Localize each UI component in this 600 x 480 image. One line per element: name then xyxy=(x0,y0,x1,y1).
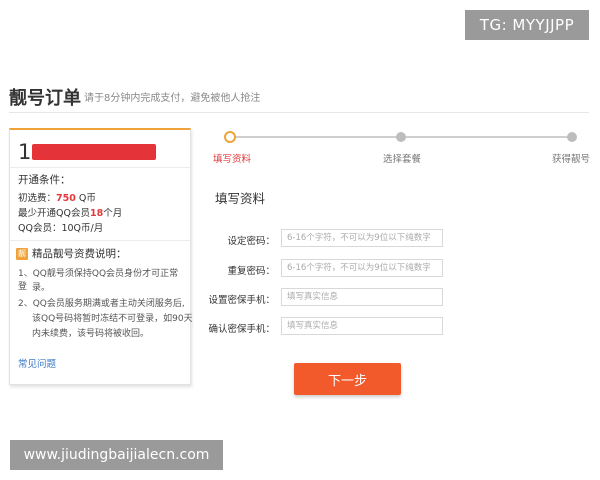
page-subtitle: 请于8分钟内完成支付，避免被他人抢注 xyxy=(84,93,261,104)
qq-number: 1 xyxy=(18,140,32,164)
premium-badge-icon: 靓 xyxy=(16,248,28,260)
panel-divider xyxy=(10,240,190,241)
min-months-line: 最少开通QQ会员18个月 xyxy=(18,208,123,219)
step-dot-fill-info xyxy=(224,131,236,143)
step-label-fill-info: 填写资料 xyxy=(213,154,252,165)
notes-title: 精品靓号资费说明： xyxy=(32,248,127,260)
fee-line: 初选费：750 Q币 xyxy=(18,193,96,204)
step-dot-get-number xyxy=(567,132,577,142)
confirm-phone-input[interactable] xyxy=(281,317,443,335)
security-phone-input[interactable] xyxy=(281,288,443,306)
confirm-phone-label: 确认密保手机： xyxy=(208,324,275,335)
panel-divider xyxy=(10,167,190,168)
step-label-choose-plan: 选择套餐 xyxy=(383,154,422,165)
fee-value: 750 xyxy=(56,193,76,204)
tg-badge: TG: MYYJJPP xyxy=(465,10,589,40)
redacted-number xyxy=(32,144,156,160)
repeat-password-input[interactable] xyxy=(281,259,443,277)
password-input[interactable] xyxy=(281,229,443,247)
form-section-title: 填写资料 xyxy=(215,191,266,206)
conditions-title: 开通条件： xyxy=(18,174,71,186)
order-info-panel: 1 开通条件： 初选费：750 Q币 最少开通QQ会员18个月 QQ会员：10Q… xyxy=(9,128,193,385)
note-line: 2、QQ会员服务期满或者主动关闭服务后, xyxy=(18,299,185,309)
security-phone-label: 设置密保手机： xyxy=(208,295,275,306)
title-divider xyxy=(9,112,589,113)
faq-link[interactable]: 常见问题 xyxy=(18,356,56,370)
site-watermark: www.jiudingbaijialecn.com xyxy=(10,440,223,470)
step-label-get-number: 获得靓号 xyxy=(552,154,591,165)
member-fee-line: QQ会员：10Q币/月 xyxy=(18,223,104,234)
step-dot-choose-plan xyxy=(396,132,406,142)
password-label: 设定密码： xyxy=(227,236,275,247)
page-title: 靓号订单 xyxy=(9,88,81,109)
min-months-value: 18 xyxy=(89,208,104,219)
next-step-button[interactable]: 下一步 xyxy=(294,363,401,395)
repeat-password-label: 重复密码： xyxy=(227,266,275,277)
